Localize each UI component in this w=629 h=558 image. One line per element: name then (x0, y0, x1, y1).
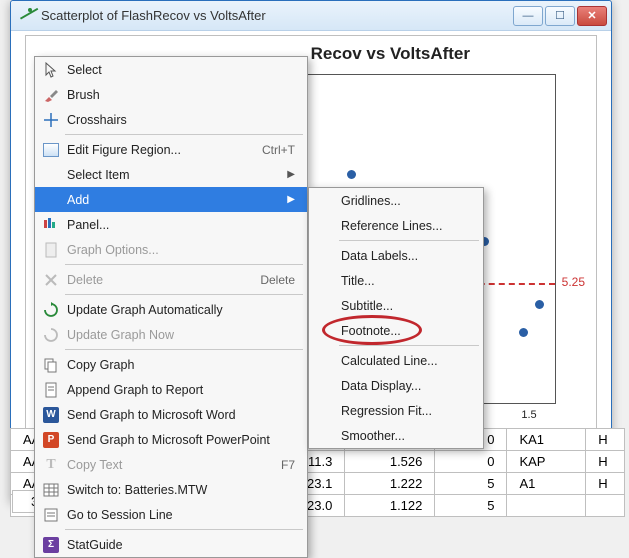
region-icon (39, 143, 63, 157)
reference-line-label: 5.25 (562, 275, 585, 289)
cursor-icon (39, 62, 63, 78)
refresh-now-icon (39, 327, 63, 343)
crosshairs-icon (39, 112, 63, 128)
menu-add[interactable]: Add▶ (35, 187, 307, 212)
doc-icon (39, 242, 63, 258)
menu-send-word[interactable]: W Send Graph to Microsoft Word (35, 402, 307, 427)
menu-panel[interactable]: Panel... (35, 212, 307, 237)
submenu-regression-fit[interactable]: Regression Fit... (309, 398, 483, 423)
app-icon (17, 7, 35, 25)
refresh-icon (39, 302, 63, 318)
submenu-subtitle[interactable]: Subtitle... (309, 293, 483, 318)
menu-statguide[interactable]: Σ StatGuide (35, 532, 307, 557)
menu-graph-options: Graph Options... (35, 237, 307, 262)
worksheet-icon (39, 482, 63, 498)
submenu-gridlines[interactable]: Gridlines... (309, 188, 483, 213)
x-tick: 1.5 (521, 409, 536, 421)
submenu-calculated-line[interactable]: Calculated Line... (309, 348, 483, 373)
window-controls: — ☐ ✕ (513, 6, 607, 26)
window-title: Scatterplot of FlashRecov vs VoltsAfter (41, 8, 513, 23)
submenu-smoother[interactable]: Smoother... (309, 423, 483, 448)
report-icon (39, 382, 63, 398)
menu-update-now: Update Graph Now (35, 322, 307, 347)
context-menu: Select Brush Crosshairs Edit Figure Regi… (34, 56, 308, 558)
text-icon: T (39, 457, 63, 473)
statguide-icon: Σ (39, 537, 63, 553)
menu-copy-text: T Copy Text F7 (35, 452, 307, 477)
minimize-button[interactable]: — (513, 6, 543, 26)
menu-send-powerpoint[interactable]: P Send Graph to Microsoft PowerPoint (35, 427, 307, 452)
submenu-data-display[interactable]: Data Display... (309, 373, 483, 398)
word-icon: W (39, 407, 63, 423)
menu-append-report[interactable]: Append Graph to Report (35, 377, 307, 402)
copy-icon (39, 357, 63, 373)
data-point (535, 300, 544, 309)
submenu-data-labels[interactable]: Data Labels... (309, 243, 483, 268)
submenu-reference-lines[interactable]: Reference Lines... (309, 213, 483, 238)
submenu-title[interactable]: Title... (309, 268, 483, 293)
data-point (519, 328, 528, 337)
menu-delete: Delete Delete (35, 267, 307, 292)
delete-icon (39, 272, 63, 288)
close-button[interactable]: ✕ (577, 6, 607, 26)
add-submenu: Gridlines... Reference Lines... Data Lab… (308, 187, 484, 449)
menu-update-auto[interactable]: Update Graph Automatically (35, 297, 307, 322)
menu-crosshairs[interactable]: Crosshairs (35, 107, 307, 132)
menu-switch-to[interactable]: Switch to: Batteries.MTW (35, 477, 307, 502)
data-point (347, 170, 356, 179)
submenu-footnote[interactable]: Footnote... (309, 318, 483, 343)
menu-select-item[interactable]: Select Item▶ (35, 162, 307, 187)
menu-brush[interactable]: Brush (35, 82, 307, 107)
menu-select[interactable]: Select (35, 57, 307, 82)
powerpoint-icon: P (39, 432, 63, 448)
titlebar: Scatterplot of FlashRecov vs VoltsAfter … (11, 1, 611, 31)
menu-copy-graph[interactable]: Copy Graph (35, 352, 307, 377)
menu-edit-figure-region[interactable]: Edit Figure Region... Ctrl+T (35, 137, 307, 162)
maximize-button[interactable]: ☐ (545, 6, 575, 26)
brush-icon (39, 87, 63, 103)
panel-icon (39, 217, 63, 233)
